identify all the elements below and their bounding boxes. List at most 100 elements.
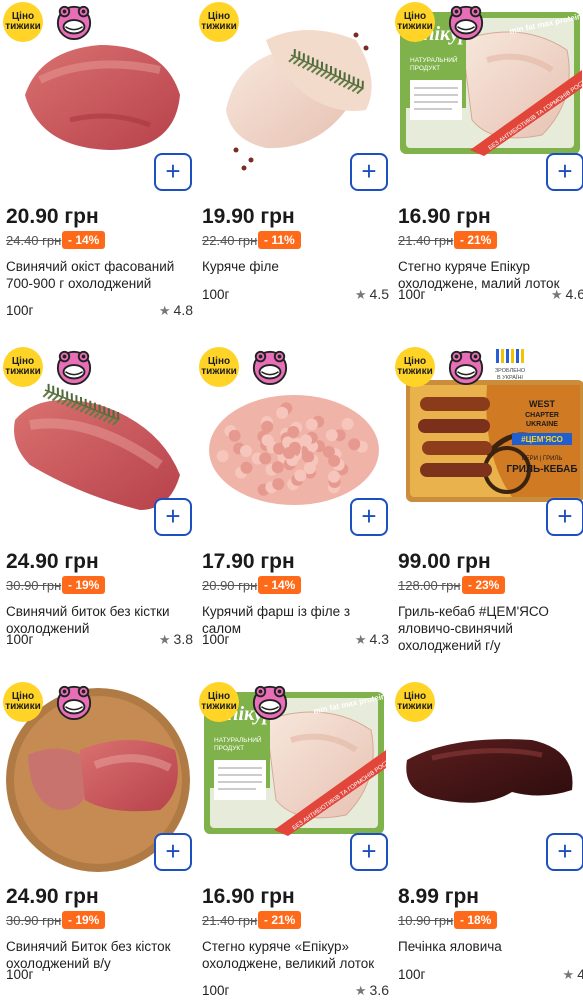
product-card[interactable]: Ціно тижики +20.90 грн 24.40 грн - 14% Свиня…	[0, 0, 195, 340]
product-price: 17.90 грн	[202, 550, 295, 573]
product-card[interactable]: Ціно тижики +24.90 грн 30.90 грн - 19% Свиня…	[0, 680, 195, 1000]
add-to-cart-button[interactable]: +	[546, 153, 583, 191]
product-weight: 100г	[202, 632, 230, 647]
discount-badge: - 19%	[62, 576, 106, 594]
old-price: 22.40 грн	[202, 233, 258, 248]
rating-value: 4	[577, 966, 583, 982]
made-in-ukraine-icon: ЗРОБЛЕНО В УКРАЇНІ	[492, 347, 528, 387]
add-to-cart-button[interactable]: +	[546, 833, 583, 871]
product-card[interactable]: Ціно тижики +24.90 грн 30.90 грн - 19% Свиня…	[0, 345, 195, 685]
svg-text:ПРОДУКТ: ПРОДУКТ	[410, 65, 440, 72]
price-badge: Ціно тижики	[3, 347, 43, 387]
add-to-cart-button[interactable]: +	[154, 833, 192, 871]
mascot-icon	[447, 3, 485, 41]
plus-icon: +	[361, 156, 377, 186]
discount-badge: - 19%	[62, 911, 106, 929]
mascot-icon	[55, 683, 93, 721]
discount-badge: - 14%	[62, 231, 106, 249]
discount-badge: - 21%	[454, 231, 498, 249]
product-name[interactable]: Свинячий Биток без кісток охолоджений в/…	[6, 938, 196, 972]
add-to-cart-button[interactable]: +	[350, 498, 388, 536]
svg-text:ЗРОБЛЕНО: ЗРОБЛЕНО	[495, 368, 526, 374]
star-icon: ★	[550, 287, 563, 302]
add-to-cart-button[interactable]: +	[546, 498, 583, 536]
rating-value: 3.8	[173, 631, 193, 647]
product-weight: 100г	[398, 967, 426, 982]
old-price: 24.40 грн	[6, 233, 62, 248]
price-badge: Ціно тижики	[395, 2, 435, 42]
product-weight: 100г	[6, 967, 34, 982]
add-to-cart-button[interactable]: +	[154, 153, 192, 191]
product-rating: ★ 4.6	[551, 286, 583, 303]
old-price: 21.40 грн	[202, 913, 258, 928]
product-price: 19.90 грн	[202, 205, 295, 228]
svg-text:НАТУРАЛЬНИЙ: НАТУРАЛЬНИЙ	[214, 735, 262, 744]
product-card[interactable]: Епікур НАТУРАЛЬНИЙ ПРОДУКТ min fat max prot…	[196, 680, 394, 1000]
old-price: 21.40 грн	[398, 233, 454, 248]
svg-text:UKRAINE: UKRAINE	[526, 421, 558, 428]
price-badge: Ціно тижики	[395, 682, 435, 722]
plus-icon: +	[557, 501, 573, 531]
discount-badge: - 23%	[462, 576, 506, 594]
price-badge: Ціно тижики	[3, 682, 43, 722]
old-price: 10.90 грн	[398, 913, 454, 928]
product-card[interactable]: Ціно тижики +17.90 грн 20.90 грн - 14% Куряч…	[196, 345, 391, 685]
product-weight: 100г	[202, 983, 230, 998]
product-grid: Ціно тижики +20.90 грн 24.40 грн - 14% Свиня…	[0, 0, 583, 1000]
product-card[interactable]: Ціно тижики +19.90 грн 22.40 грн - 11% Куряч…	[196, 0, 391, 340]
mascot-icon	[55, 348, 93, 386]
product-price: 16.90 грн	[202, 885, 295, 908]
product-rating: ★ 3.6	[355, 982, 389, 999]
rating-value: 4.8	[173, 302, 193, 318]
discount-badge: - 14%	[258, 576, 302, 594]
old-price: 30.90 грн	[6, 913, 62, 928]
product-name[interactable]: Куряче філе	[202, 258, 392, 275]
old-price: 30.90 грн	[6, 578, 62, 593]
product-name[interactable]: Гриль-кебаб #ЦЕМ'ЯСО яловичо-свинячий ох…	[398, 603, 583, 654]
mascot-icon	[447, 348, 485, 386]
product-name[interactable]: Стегно куряче «Епікур» охолоджене, велик…	[202, 938, 392, 972]
product-card[interactable]: Ціно тижики +8.99 грн 10.90 грн - 18% Печінк…	[392, 680, 583, 1000]
product-weight: 100г	[6, 303, 34, 318]
price-badge: Ціно тижики	[199, 347, 239, 387]
add-to-cart-button[interactable]: +	[350, 153, 388, 191]
product-name[interactable]: Печінка яловича	[398, 938, 583, 955]
product-price: 20.90 грн	[6, 205, 99, 228]
discount-badge: - 21%	[258, 911, 302, 929]
product-price: 16.90 грн	[398, 205, 491, 228]
svg-text:ПРОДУКТ: ПРОДУКТ	[214, 745, 244, 752]
mascot-icon	[55, 3, 93, 41]
plus-icon: +	[557, 156, 573, 186]
rating-value: 4.3	[369, 631, 389, 647]
product-price: 24.90 грн	[6, 550, 99, 573]
star-icon: ★	[562, 967, 575, 982]
add-to-cart-button[interactable]: +	[154, 498, 192, 536]
product-rating: ★ 4.5	[355, 286, 389, 303]
product-card[interactable]: Епікур НАТУРАЛЬНИЙ ПРОДУКТ min fat max prot…	[392, 0, 583, 340]
price-badge: Ціно тижики	[3, 2, 43, 42]
product-card[interactable]: WEST CHAPTER UKRAINE #ЦЕМ'ЯСО БЕРИ | ГРИЛЬ ГР…	[392, 345, 583, 685]
price-badge: Ціно тижики	[199, 2, 239, 42]
old-price: 128.00 грн	[398, 578, 461, 593]
product-name[interactable]: Свинячий окіст фасований 700-900 г охоло…	[6, 258, 196, 292]
mascot-icon	[251, 348, 289, 386]
svg-text:CHAPTER: CHAPTER	[525, 412, 559, 419]
add-to-cart-button[interactable]: +	[350, 833, 388, 871]
product-price: 99.00 грн	[398, 550, 491, 573]
star-icon: ★	[354, 287, 367, 302]
svg-text:ГРИЛЬ-КЕБАБ: ГРИЛЬ-КЕБАБ	[506, 464, 577, 475]
rating-value: 4.6	[565, 286, 583, 302]
product-weight: 100г	[6, 632, 34, 647]
product-rating: ★ 3.8	[159, 631, 193, 648]
old-price: 20.90 грн	[202, 578, 258, 593]
svg-text:БЕРИ | ГРИЛЬ: БЕРИ | ГРИЛЬ	[522, 456, 563, 462]
rating-value: 4.5	[369, 286, 389, 302]
product-rating: ★ 4	[563, 966, 583, 983]
price-badge: Ціно тижики	[395, 347, 435, 387]
plus-icon: +	[361, 501, 377, 531]
plus-icon: +	[165, 501, 181, 531]
plus-icon: +	[165, 836, 181, 866]
product-price: 8.99 грн	[398, 885, 479, 908]
price-badge: Ціно тижики	[199, 682, 239, 722]
svg-text:WEST: WEST	[529, 399, 556, 409]
